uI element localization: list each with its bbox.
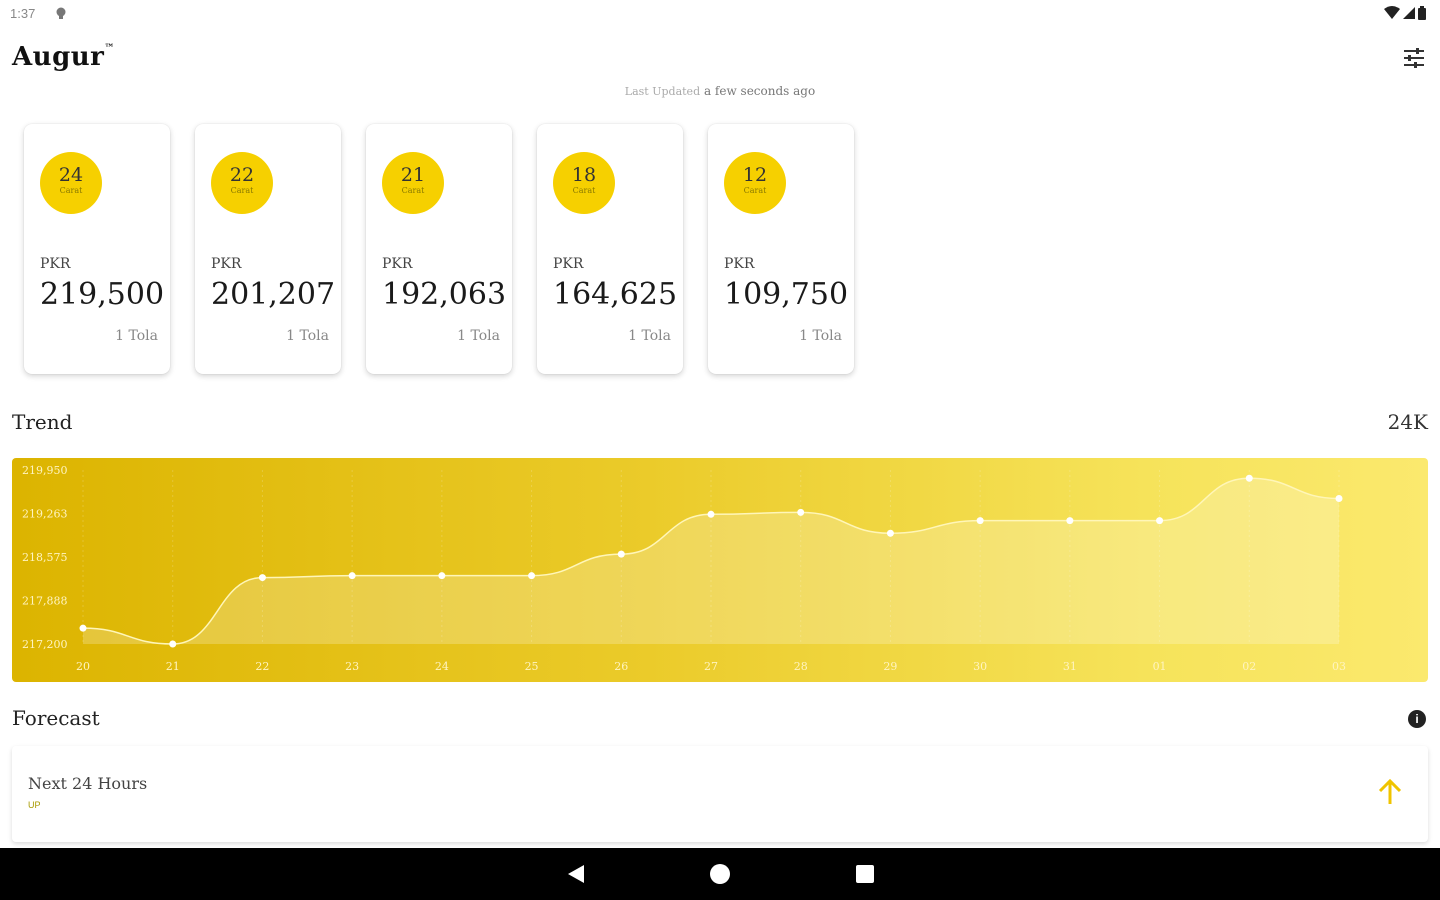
x-tick-label: 28 (794, 660, 808, 673)
price-card-12k[interactable]: 12 Carat PKR 109,750 1 Tola (708, 124, 854, 374)
price-cards: 24 Carat PKR 219,500 1 Tola 22 Carat PKR 2… (24, 124, 854, 374)
back-icon[interactable] (566, 864, 586, 884)
forecast-card[interactable]: Next 24 Hours UP (12, 746, 1428, 842)
y-tick-label: 219,263 (22, 508, 68, 521)
x-tick-label: 31 (1063, 660, 1077, 673)
data-point (1245, 474, 1253, 482)
x-tick-label: 22 (255, 660, 269, 673)
x-tick-label: 20 (76, 660, 90, 673)
currency-label: PKR (211, 256, 242, 272)
status-icons (1384, 6, 1426, 20)
x-tick-label: 25 (525, 660, 539, 673)
data-point (886, 529, 894, 537)
x-tick-label: 27 (704, 660, 718, 673)
x-tick-label: 24 (435, 660, 449, 673)
data-point (1335, 494, 1343, 502)
data-point (438, 572, 446, 580)
currency-label: PKR (382, 256, 413, 272)
forecast-direction: UP (28, 800, 41, 810)
trend-area (83, 478, 1339, 644)
karat-badge: 18 Carat (553, 152, 615, 214)
x-tick-label: 29 (883, 660, 897, 673)
signal-icon (1403, 7, 1415, 19)
last-updated-label: Last Updated (624, 85, 701, 98)
x-tick-label: 21 (166, 660, 180, 673)
weight-unit: 1 Tola (115, 328, 158, 344)
y-tick-label: 217,888 (22, 595, 68, 608)
data-point (976, 517, 984, 525)
last-updated: Last Updated a few seconds ago (0, 84, 1440, 98)
data-point (617, 550, 625, 558)
x-tick-label: 01 (1153, 660, 1167, 673)
home-icon[interactable] (710, 864, 730, 884)
notification-icon (56, 7, 66, 19)
data-point (258, 574, 266, 582)
data-point (1066, 517, 1074, 525)
price-value: 109,750 (724, 277, 849, 312)
weight-unit: 1 Tola (286, 328, 329, 344)
trend-range-toggle[interactable]: 24K (1388, 410, 1428, 434)
forecast-title: Forecast (12, 706, 100, 730)
data-point (528, 572, 536, 580)
arrow-up-icon (1378, 778, 1402, 804)
price-value: 192,063 (382, 277, 507, 312)
info-icon[interactable]: i (1408, 710, 1426, 728)
trend-chart[interactable]: 219,950 219,263 218,575 217,888 217,200 20 21 2… (12, 458, 1428, 682)
price-card-18k[interactable]: 18 Carat PKR 164,625 1 Tola (537, 124, 683, 374)
battery-icon (1418, 6, 1426, 20)
data-point (1156, 517, 1164, 525)
price-value: 201,207 (211, 277, 336, 312)
x-tick-label: 02 (1242, 660, 1256, 673)
trend-title: Trend (12, 410, 73, 434)
price-card-24k[interactable]: 24 Carat PKR 219,500 1 Tola (24, 124, 170, 374)
price-card-21k[interactable]: 21 Carat PKR 192,063 1 Tola (366, 124, 512, 374)
system-nav-bar (0, 848, 1440, 900)
x-tick-label: 03 (1332, 660, 1346, 673)
price-card-22k[interactable]: 22 Carat PKR 201,207 1 Tola (195, 124, 341, 374)
currency-label: PKR (553, 256, 584, 272)
karat-badge: 22 Carat (211, 152, 273, 214)
data-point (348, 572, 356, 580)
recent-apps-icon[interactable] (856, 865, 874, 883)
karat-badge: 24 Carat (40, 152, 102, 214)
status-bar: 1:37 (0, 0, 1440, 28)
x-tick-label: 26 (614, 660, 628, 673)
wifi-icon (1384, 6, 1400, 19)
app-title: Augur™ (12, 42, 115, 72)
filter-settings-icon[interactable] (1402, 46, 1426, 70)
last-updated-value: a few seconds ago (703, 84, 816, 98)
price-value: 164,625 (553, 277, 678, 312)
status-time: 1:37 (10, 6, 36, 21)
data-point (797, 508, 805, 516)
x-tick-label: 30 (973, 660, 987, 673)
price-value: 219,500 (40, 277, 165, 312)
forecast-period: Next 24 Hours (28, 774, 148, 793)
karat-badge: 12 Carat (724, 152, 786, 214)
karat-badge: 21 Carat (382, 152, 444, 214)
y-tick-label: 218,575 (22, 551, 68, 564)
y-tick-label: 217,200 (22, 638, 68, 651)
data-point (169, 640, 177, 648)
data-point (707, 510, 715, 518)
y-tick-label: 219,950 (22, 464, 68, 477)
weight-unit: 1 Tola (457, 328, 500, 344)
x-tick-label: 23 (345, 660, 359, 673)
trend-chart-svg: 219,950 219,263 218,575 217,888 217,200 20 21 2… (22, 464, 1346, 673)
weight-unit: 1 Tola (628, 328, 671, 344)
currency-label: PKR (724, 256, 755, 272)
weight-unit: 1 Tola (799, 328, 842, 344)
data-point (79, 624, 87, 632)
currency-label: PKR (40, 256, 71, 272)
